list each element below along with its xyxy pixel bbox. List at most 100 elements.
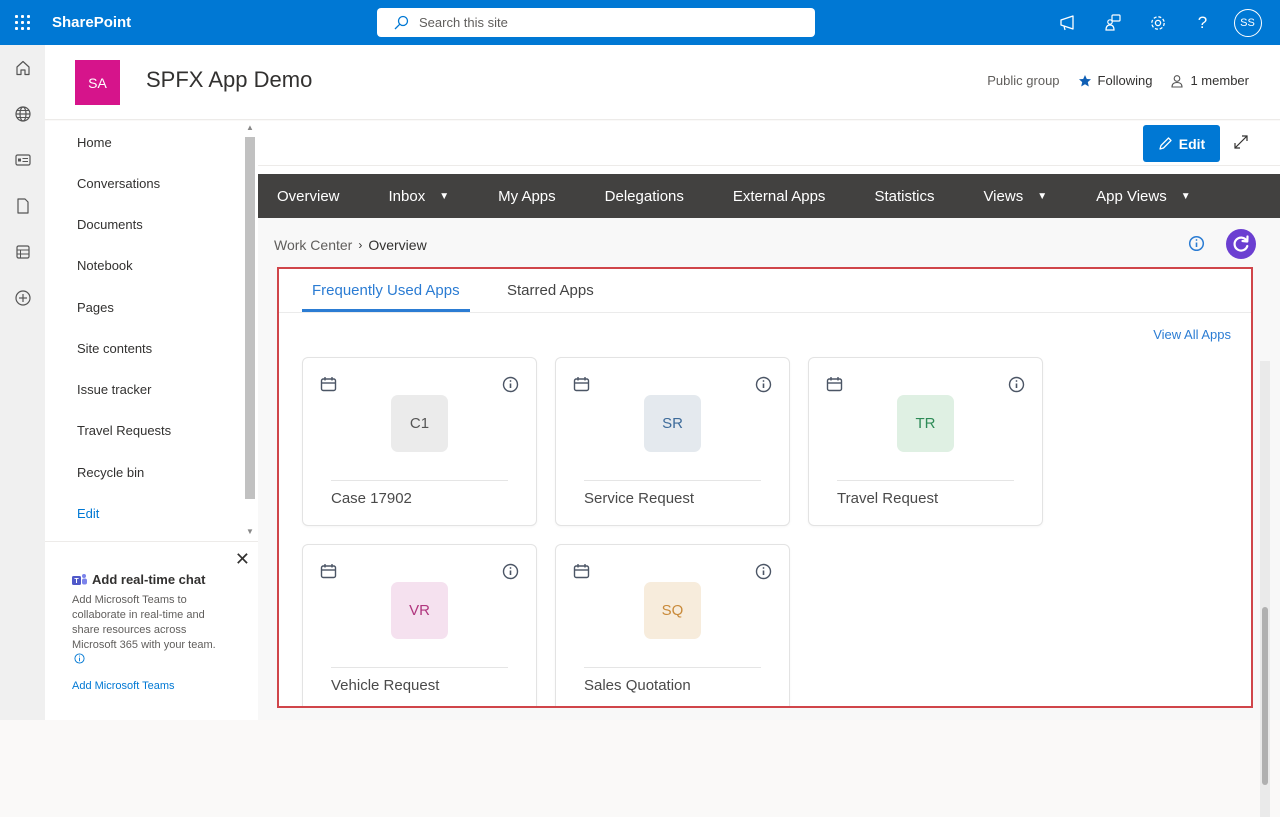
view-all-apps-link[interactable]: View All Apps: [1153, 327, 1231, 342]
privacy-label: Public group: [987, 73, 1060, 88]
topnav-overview[interactable]: Overview: [277, 188, 340, 205]
appbar-home[interactable]: [0, 45, 45, 91]
appbar-lists[interactable]: [0, 229, 45, 275]
breadcrumb-root[interactable]: Work Center: [274, 237, 352, 253]
app-name-label: Case 17902: [331, 490, 412, 507]
megaphone-icon[interactable]: [1045, 0, 1090, 45]
info-icon: [1188, 235, 1205, 252]
app-card[interactable]: SQ Sales Quotation: [555, 544, 790, 706]
add-teams-link[interactable]: Add Microsoft Teams: [72, 680, 175, 692]
star-icon: [1078, 74, 1091, 86]
tab-frequently-used-apps[interactable]: Frequently Used Apps: [312, 282, 460, 299]
info-icon[interactable]: [755, 376, 772, 398]
teams-card-body: Add Microsoft Teams to collaborate in re…: [72, 594, 216, 651]
app-initials-badge: VR: [391, 582, 448, 639]
info-icon[interactable]: [502, 563, 519, 585]
nav-item-site-contents[interactable]: Site contents: [77, 341, 152, 356]
help-icon[interactable]: ?: [1180, 0, 1225, 45]
home-icon: [15, 60, 30, 76]
teams-promo-card: ✕ T Add real-time chat Add Microsoft Tea…: [45, 541, 258, 720]
appbar-create[interactable]: [0, 275, 45, 321]
edit-label: Edit: [1178, 135, 1206, 152]
site-navigation: Home Conversations Documents Notebook Pa…: [45, 121, 258, 541]
following-button[interactable]: Following: [1078, 73, 1152, 88]
nav-item-documents[interactable]: Documents: [77, 217, 143, 232]
nav-item-issue-tracker[interactable]: Issue tracker: [77, 382, 151, 397]
active-tab-indicator: [302, 309, 470, 312]
nav-item-recycle-bin[interactable]: Recycle bin: [77, 465, 144, 480]
info-icon[interactable]: [502, 376, 519, 398]
app-name[interactable]: SharePoint: [52, 14, 131, 31]
info-button[interactable]: [1188, 235, 1205, 257]
app-name-label: Service Request: [584, 490, 695, 507]
refresh-button[interactable]: [1226, 229, 1256, 259]
info-icon[interactable]: [755, 563, 772, 585]
topnav-inbox[interactable]: Inbox ▼: [389, 188, 450, 205]
work-center: Work Center › Overview Frequently Used A…: [258, 218, 1280, 817]
suite-bar: SharePoint ? SS: [0, 0, 1280, 45]
info-icon[interactable]: [74, 653, 85, 664]
app-initials-badge: SQ: [644, 582, 701, 639]
site-logo[interactable]: SA: [75, 60, 120, 105]
nav-item-travel-requests[interactable]: Travel Requests: [77, 423, 171, 438]
nav-item-pages[interactable]: Pages: [77, 300, 114, 315]
nav-scrollbar[interactable]: ▲ ▼: [242, 121, 258, 541]
app-initials-badge: SR: [644, 395, 701, 452]
close-icon[interactable]: ✕: [235, 550, 250, 568]
search-icon: [394, 15, 409, 29]
breadcrumb: Work Center › Overview: [274, 237, 427, 253]
topnav-my-apps[interactable]: My Apps: [498, 188, 556, 205]
list-icon: [15, 245, 30, 259]
search-input[interactable]: [419, 15, 799, 30]
app-card[interactable]: VR Vehicle Request: [302, 544, 537, 706]
topnav-delegations[interactable]: Delegations: [605, 188, 684, 205]
main-scroll-thumb[interactable]: [1262, 607, 1268, 785]
app-card[interactable]: TR Travel Request: [808, 357, 1043, 526]
apps-tabs: Frequently Used Apps Starred Apps: [279, 269, 1251, 313]
nav-item-home[interactable]: Home: [77, 135, 112, 150]
app-card[interactable]: C1 Case 17902: [302, 357, 537, 526]
nav-item-notebook[interactable]: Notebook: [77, 258, 133, 273]
topnav-app-views[interactable]: App Views ▼: [1096, 188, 1191, 205]
tab-starred-apps[interactable]: Starred Apps: [507, 282, 594, 299]
settings-icon[interactable]: [1135, 0, 1180, 45]
chevron-right-icon: ›: [358, 238, 363, 252]
app-initials-badge: TR: [897, 395, 954, 452]
calendar-icon: [826, 376, 843, 397]
info-icon[interactable]: [1008, 376, 1025, 398]
nav-item-conversations[interactable]: Conversations: [77, 176, 160, 191]
app-initials-badge: C1: [391, 395, 448, 452]
svg-text:T: T: [74, 578, 79, 585]
appbar-sites[interactable]: [0, 91, 45, 137]
pencil-icon: [1159, 137, 1172, 150]
edit-page-button[interactable]: Edit: [1143, 125, 1220, 162]
calendar-icon: [573, 563, 590, 584]
topnav-external-apps[interactable]: External Apps: [733, 188, 826, 205]
card-divider: [331, 480, 508, 481]
scroll-down-icon[interactable]: ▼: [246, 527, 254, 536]
site-header: SA SPFX App Demo Public group Following …: [45, 45, 1280, 120]
expand-button[interactable]: [1232, 133, 1252, 153]
members-button[interactable]: 1 member: [1170, 73, 1249, 88]
scroll-up-icon[interactable]: ▲: [246, 123, 254, 132]
topnav-statistics[interactable]: Statistics: [874, 188, 934, 205]
site-title[interactable]: SPFX App Demo: [146, 67, 312, 93]
user-avatar-button[interactable]: SS: [1225, 0, 1270, 45]
appbar-news[interactable]: [0, 137, 45, 183]
topnav-views[interactable]: Views ▼: [983, 188, 1047, 205]
app-launcher-button[interactable]: [0, 0, 44, 45]
feedback-icon[interactable]: [1090, 0, 1135, 45]
nav-scroll-thumb[interactable]: [245, 137, 255, 499]
app-card[interactable]: SR Service Request: [555, 357, 790, 526]
expand-icon: [1234, 135, 1248, 149]
main-scrollbar[interactable]: [1260, 361, 1270, 817]
teams-icon: T: [72, 573, 87, 585]
card-divider: [584, 667, 761, 668]
waffle-icon: [14, 15, 30, 30]
apps-panel: Frequently Used Apps Starred Apps View A…: [277, 267, 1253, 708]
nav-edit-link[interactable]: Edit: [77, 506, 99, 521]
appbar-files[interactable]: [0, 183, 45, 229]
app-top-navigation: Overview Inbox ▼ My Apps Delegations Exte…: [258, 174, 1280, 218]
search-box[interactable]: [377, 8, 815, 37]
document-icon: [16, 198, 29, 214]
